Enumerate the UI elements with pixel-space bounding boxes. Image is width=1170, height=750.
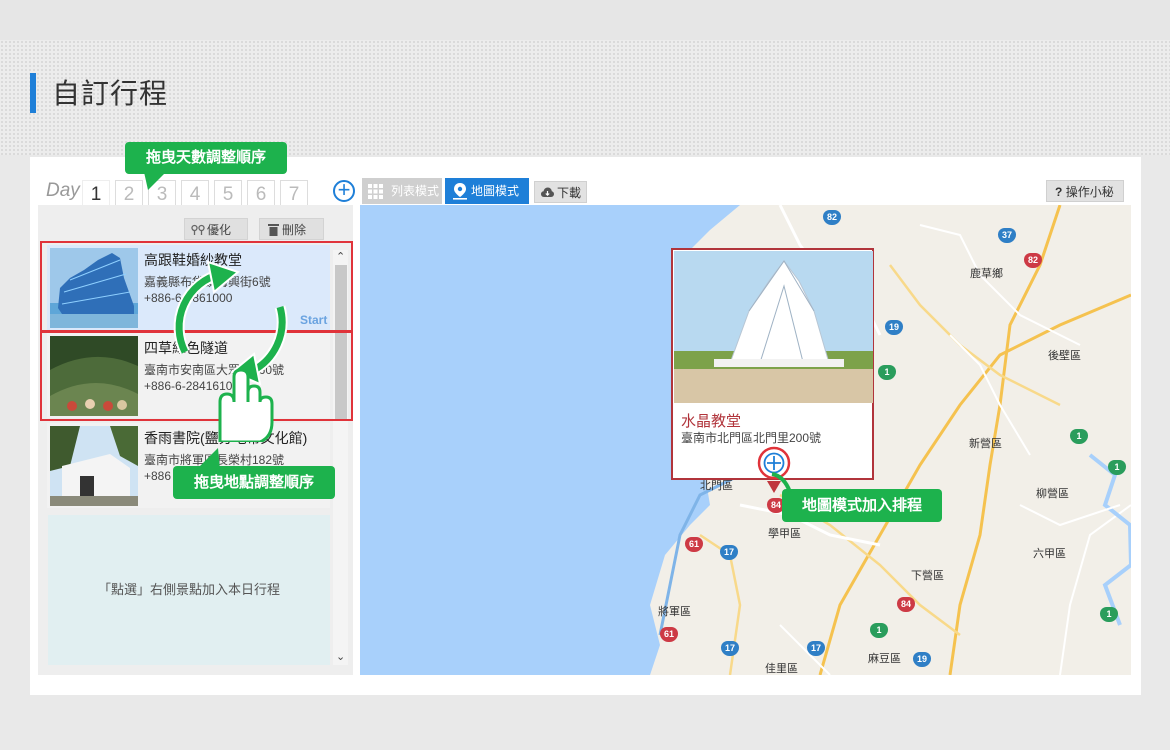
list-mode-tab[interactable]: 列表模式 bbox=[362, 178, 442, 204]
route-shield: 1 bbox=[1100, 607, 1118, 622]
callout-drag-days: 拖曳天數調整順序 bbox=[125, 142, 287, 174]
grid-icon bbox=[368, 184, 383, 199]
day-tab-1[interactable]: 1 bbox=[82, 180, 110, 206]
map-place-label: 將軍區 bbox=[658, 606, 691, 618]
callout-pointer bbox=[144, 172, 166, 190]
route-shield: 17 bbox=[720, 545, 738, 560]
route-shield: 82 bbox=[823, 210, 841, 225]
route-shield: 37 bbox=[998, 228, 1016, 243]
map-place-label: 後壁區 bbox=[1048, 350, 1081, 362]
plus-circle-icon: + bbox=[337, 177, 351, 202]
trash-icon bbox=[268, 224, 279, 236]
map-place-label: 新營區 bbox=[969, 438, 1002, 450]
route-pin-icon bbox=[191, 224, 205, 235]
map-pin-icon bbox=[453, 183, 467, 200]
header-band bbox=[0, 40, 1170, 155]
top-band bbox=[0, 0, 1170, 40]
item-phone: +886 bbox=[144, 469, 172, 483]
download-label: 下載 bbox=[557, 186, 582, 200]
optimize-button[interactable]: 優化 bbox=[184, 218, 248, 240]
delete-button[interactable]: 刪除 bbox=[259, 218, 324, 240]
day-tab-7[interactable]: 7 bbox=[280, 180, 308, 206]
download-button[interactable]: 下載 bbox=[534, 181, 587, 203]
callout-pointer bbox=[196, 448, 220, 470]
map-mode-label: 地圖模式 bbox=[471, 184, 520, 198]
add-day-button[interactable]: + bbox=[333, 177, 355, 202]
route-shield: 84 bbox=[897, 597, 915, 612]
title-accent-bar bbox=[30, 73, 36, 113]
popup-place-address: 臺南市北門區北門里200號 bbox=[681, 431, 822, 445]
day-tab-4[interactable]: 4 bbox=[181, 180, 209, 206]
map-place-label: 麻豆區 bbox=[868, 653, 901, 665]
route-shield: 1 bbox=[870, 623, 888, 638]
academy-photo bbox=[50, 426, 138, 506]
delete-label: 刪除 bbox=[282, 223, 307, 237]
map-place-label: 鹿草鄉 bbox=[970, 268, 1003, 280]
popup-place-name: 水晶教堂 bbox=[681, 413, 742, 430]
map-mode-tab[interactable]: 地圖模式 bbox=[445, 178, 529, 204]
empty-day-hint: 「點選」右側景點加入本日行程 bbox=[48, 515, 330, 665]
callout-drag-places: 拖曳地點調整順序 bbox=[173, 466, 335, 499]
map-place-label: 下營區 bbox=[911, 570, 944, 582]
route-shield: 17 bbox=[721, 641, 739, 656]
scroll-down-icon[interactable]: ⌄ bbox=[336, 650, 345, 663]
route-shield: 82 bbox=[1024, 253, 1042, 268]
list-mode-label: 列表模式 bbox=[391, 184, 440, 198]
route-shield: 61 bbox=[660, 627, 678, 642]
map-place-label: 柳營區 bbox=[1036, 488, 1069, 500]
route-shield: 19 bbox=[913, 652, 931, 667]
crystal-church-photo bbox=[674, 251, 873, 403]
optimize-label: 優化 bbox=[207, 223, 232, 237]
map-place-label: 學甲區 bbox=[768, 528, 801, 540]
reorder-arrows-icon bbox=[173, 260, 288, 442]
day-tab-6[interactable]: 6 bbox=[247, 180, 275, 206]
page-title: 自訂行程 bbox=[52, 78, 169, 109]
callout-pointer bbox=[771, 472, 792, 493]
question-icon: ? bbox=[1055, 185, 1063, 199]
route-shield: 1 bbox=[1108, 460, 1126, 475]
help-tips-button[interactable]: ? 操作小秘訣 bbox=[1046, 180, 1124, 221]
map-place-label: 六甲區 bbox=[1033, 548, 1066, 560]
day-tab-2[interactable]: 2 bbox=[115, 180, 143, 206]
route-shield: 19 bbox=[885, 320, 903, 335]
day-label: Day bbox=[46, 180, 80, 201]
cloud-download-icon bbox=[541, 187, 554, 197]
map-place-label: 佳里區 bbox=[765, 663, 798, 675]
day-tab-5[interactable]: 5 bbox=[214, 180, 242, 206]
route-shield: 1 bbox=[878, 365, 896, 380]
route-shield: 1 bbox=[1070, 429, 1088, 444]
callout-map-add: 地圖模式加入排程 bbox=[782, 489, 942, 522]
route-shield: 17 bbox=[807, 641, 825, 656]
route-shield: 61 bbox=[685, 537, 703, 552]
